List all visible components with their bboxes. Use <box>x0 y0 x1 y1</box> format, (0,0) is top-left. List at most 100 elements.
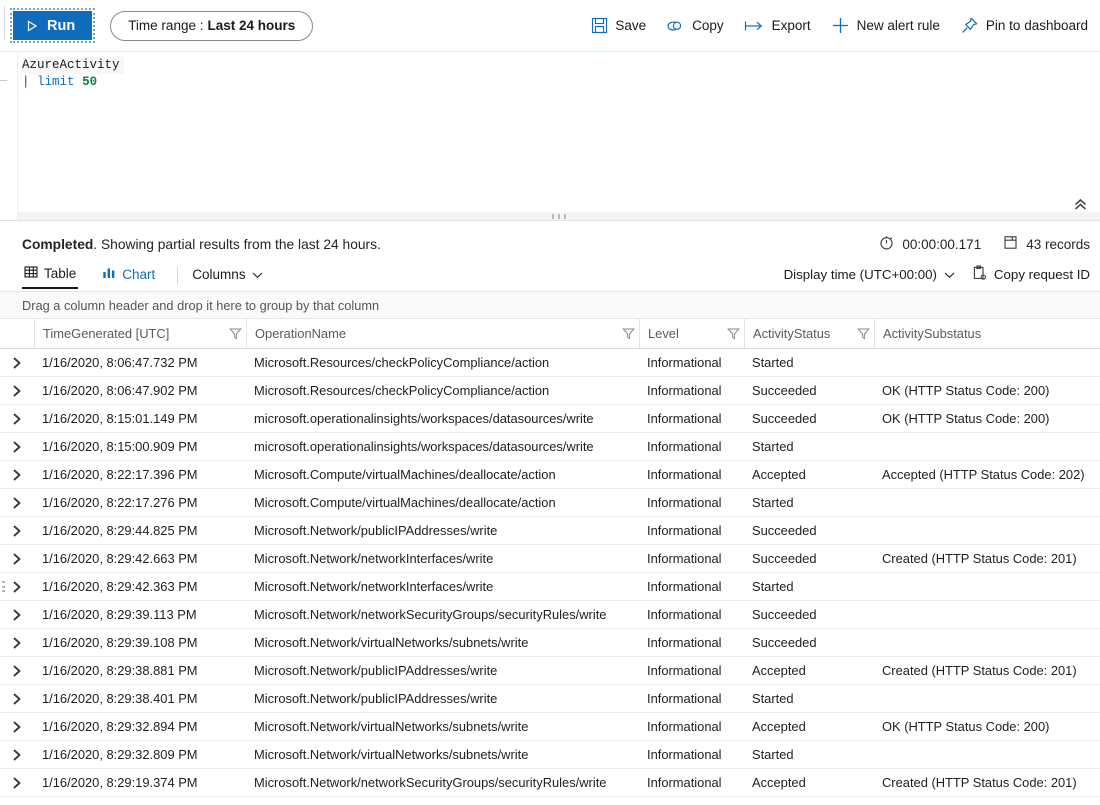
copy-label: Copy <box>692 18 724 33</box>
export-button[interactable]: Export <box>734 12 821 39</box>
cell-operationname: Microsoft.Network/networkSecurityGroups/… <box>254 607 607 622</box>
cell-level: Informational <box>647 663 722 678</box>
run-button[interactable]: Run <box>9 8 96 43</box>
row-expander[interactable] <box>0 525 34 537</box>
query-text[interactable]: AzureActivity | limit 50 <box>0 52 1100 90</box>
columns-dropdown[interactable]: Columns <box>192 267 262 287</box>
status-badge: Completed <box>22 236 94 252</box>
timer-icon <box>879 235 894 253</box>
row-expander[interactable] <box>0 553 34 565</box>
row-expander[interactable] <box>0 497 34 509</box>
filter-icon[interactable] <box>224 327 246 340</box>
row-expander[interactable] <box>0 581 34 593</box>
table-row[interactable]: 1/16/2020, 8:29:32.809 PM Microsoft.Netwo… <box>0 741 1100 769</box>
column-header-activitystatus[interactable]: ActivityStatus <box>744 318 874 349</box>
table-row[interactable]: 1/16/2020, 8:06:47.902 PM Microsoft.Resou… <box>0 377 1100 405</box>
tab-table-label: Table <box>44 266 77 281</box>
cell-timegenerated: 1/16/2020, 8:06:47.902 PM <box>42 383 198 398</box>
new-alert-rule-button[interactable]: New alert rule <box>821 10 950 41</box>
cell-timegenerated: 1/16/2020, 8:29:32.809 PM <box>42 747 198 762</box>
table-row[interactable]: 1/16/2020, 8:29:19.374 PM Microsoft.Netwo… <box>0 769 1100 797</box>
results-header: Completed. Showing partial results from … <box>0 221 1100 290</box>
table-row[interactable]: 1/16/2020, 8:15:01.149 PM microsoft.opera… <box>0 405 1100 433</box>
row-expander[interactable] <box>0 749 34 761</box>
chevron-right-icon <box>12 441 23 453</box>
pin-icon <box>960 16 979 35</box>
table-row[interactable]: 1/16/2020, 8:22:17.276 PM Microsoft.Compu… <box>0 489 1100 517</box>
tab-table[interactable]: Table <box>22 265 79 289</box>
row-expander[interactable] <box>0 469 34 481</box>
cell-activitysubstatus: Created (HTTP Status Code: 201) <box>882 551 1077 566</box>
cell-activitysubstatus: Created (HTTP Status Code: 201) <box>882 663 1077 678</box>
group-by-dropzone[interactable]: Drag a column header and drop it here to… <box>0 292 1100 319</box>
chevron-right-icon <box>12 525 23 537</box>
column-header-label: OperationName <box>255 326 346 341</box>
copy-request-id-button[interactable]: Copy request ID <box>972 265 1090 284</box>
cell-operationname: Microsoft.Network/publicIPAddresses/writ… <box>254 523 498 538</box>
tab-chart[interactable]: Chart <box>100 266 157 288</box>
cell-level: Informational <box>647 411 722 426</box>
row-expander[interactable] <box>0 357 34 369</box>
table-row[interactable]: 1/16/2020, 8:29:38.881 PM Microsoft.Netwo… <box>0 657 1100 685</box>
cell-timegenerated: 1/16/2020, 8:22:17.396 PM <box>42 467 198 482</box>
cell-timegenerated: 1/16/2020, 8:29:44.825 PM <box>42 523 198 538</box>
table-row[interactable]: 1/16/2020, 8:22:17.396 PM Microsoft.Compu… <box>0 461 1100 489</box>
table-row[interactable]: 1/16/2020, 8:06:47.732 PM Microsoft.Resou… <box>0 349 1100 377</box>
copy-request-id-label: Copy request ID <box>993 267 1090 282</box>
copy-button[interactable]: Copy <box>656 12 734 40</box>
new-alert-rule-label: New alert rule <box>856 18 940 33</box>
save-button[interactable]: Save <box>581 11 656 40</box>
row-expander[interactable] <box>0 777 34 789</box>
table-row[interactable]: 1/16/2020, 8:29:42.363 PM Microsoft.Netwo… <box>0 573 1100 601</box>
chevron-right-icon <box>12 357 23 369</box>
query-editor[interactable]: AzureActivity | limit 50 <box>0 52 1100 221</box>
row-expander[interactable] <box>0 441 34 453</box>
pin-to-dashboard-button[interactable]: Pin to dashboard <box>950 10 1098 41</box>
chevron-right-icon <box>12 721 23 733</box>
time-range-picker[interactable]: Time range : Last 24 hours <box>110 10 314 41</box>
cell-operationname: Microsoft.Network/publicIPAddresses/writ… <box>254 663 498 678</box>
row-expander[interactable] <box>0 609 34 621</box>
table-icon <box>24 265 38 282</box>
cell-operationname: Microsoft.Compute/virtualMachines/deallo… <box>254 467 556 482</box>
row-expander[interactable] <box>0 693 34 705</box>
export-label: Export <box>771 18 811 33</box>
column-header-timegenerated[interactable]: TimeGenerated [UTC] <box>34 318 246 349</box>
table-row[interactable]: 1/16/2020, 8:29:44.825 PM Microsoft.Netwo… <box>0 517 1100 545</box>
filter-icon[interactable] <box>617 327 639 340</box>
row-expander[interactable] <box>0 665 34 677</box>
records-icon <box>1003 235 1018 253</box>
cell-operationname: Microsoft.Network/virtualNetworks/subnet… <box>254 747 529 762</box>
table-row[interactable]: 1/16/2020, 8:29:39.108 PM Microsoft.Netwo… <box>0 629 1100 657</box>
row-expander[interactable] <box>0 413 34 425</box>
column-header-level[interactable]: Level <box>639 318 744 349</box>
grid-body: 1/16/2020, 8:06:47.732 PM Microsoft.Resou… <box>0 349 1100 797</box>
plus-icon <box>831 16 850 35</box>
filter-icon[interactable] <box>852 327 874 340</box>
editor-splitter[interactable] <box>18 212 1100 220</box>
column-header-operationname[interactable]: OperationName <box>246 318 639 349</box>
column-header-activitysubstatus[interactable]: ActivitySubstatus <box>874 318 1100 349</box>
results-header-right: Display time (UTC+00:00) Copy request ID <box>784 265 1094 289</box>
row-expander[interactable] <box>0 721 34 733</box>
chevron-right-icon <box>12 553 23 565</box>
table-row[interactable]: 1/16/2020, 8:15:00.909 PM microsoft.opera… <box>0 433 1100 461</box>
cell-level: Informational <box>647 719 722 734</box>
cell-activitystatus: Succeeded <box>752 523 817 538</box>
table-row[interactable]: 1/16/2020, 8:29:42.663 PM Microsoft.Netwo… <box>0 545 1100 573</box>
table-row[interactable]: 1/16/2020, 8:29:32.894 PM Microsoft.Netwo… <box>0 713 1100 741</box>
cell-activitysubstatus: OK (HTTP Status Code: 200) <box>882 719 1050 734</box>
grid-header-expander-cell <box>0 319 34 349</box>
row-resize-handle[interactable] <box>2 581 5 592</box>
cell-operationname: Microsoft.Network/networkInterfaces/writ… <box>254 551 494 566</box>
filter-icon[interactable] <box>722 327 744 340</box>
table-row[interactable]: 1/16/2020, 8:29:39.113 PM Microsoft.Netwo… <box>0 601 1100 629</box>
row-expander[interactable] <box>0 385 34 397</box>
row-expander[interactable] <box>0 637 34 649</box>
clipboard-icon <box>972 265 987 284</box>
table-row[interactable]: 1/16/2020, 8:29:38.401 PM Microsoft.Netwo… <box>0 685 1100 713</box>
display-time-dropdown[interactable]: Display time (UTC+00:00) <box>784 267 955 282</box>
save-icon <box>591 17 608 34</box>
chevron-right-icon <box>12 665 23 677</box>
cell-level: Informational <box>647 775 722 790</box>
